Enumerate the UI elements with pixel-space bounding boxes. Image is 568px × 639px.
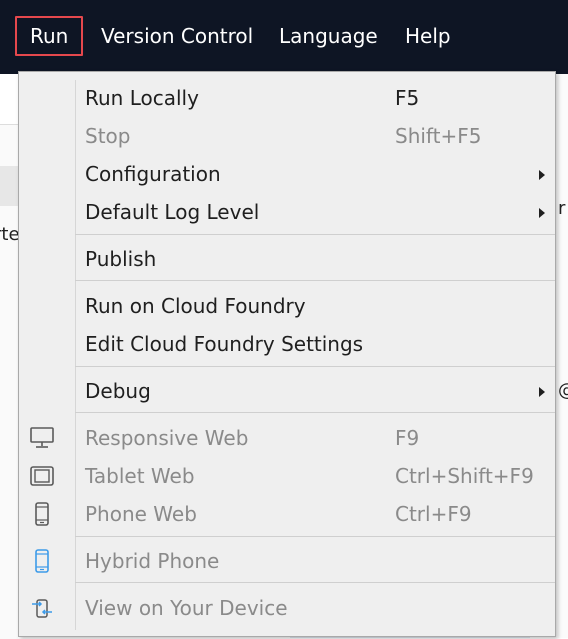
hybrid-phone-icon (35, 549, 49, 573)
menu-separator (75, 280, 555, 281)
menu-item-shortcut: Shift+F5 (395, 124, 482, 148)
menu-item-stop[interactable]: Stop Shift+F5 (19, 117, 555, 155)
submenu-arrow-icon (539, 208, 545, 218)
menu-item-configuration[interactable]: Configuration (19, 155, 555, 193)
menu-separator (75, 366, 555, 367)
background-right-panel (558, 74, 568, 638)
device-sync-icon (32, 599, 52, 618)
menu-item-label: Phone Web (85, 502, 197, 526)
menu-item-label: Run Locally (85, 86, 199, 110)
background-strip (0, 166, 18, 206)
phone-icon (35, 502, 49, 526)
menu-item-debug[interactable]: Debug (19, 372, 555, 410)
menu-item-run-locally[interactable]: Run Locally F5 (19, 79, 555, 117)
submenu-arrow-icon (539, 387, 545, 397)
menu-item-responsive-web[interactable]: Responsive Web F9 (19, 419, 555, 457)
menubar-version-control[interactable]: Version Control (101, 16, 253, 56)
menu-item-run-on-cloud-foundry[interactable]: Run on Cloud Foundry (19, 287, 555, 325)
menu-item-phone-web[interactable]: Phone Web Ctrl+F9 (19, 495, 555, 533)
menu-item-hybrid-phone[interactable]: Hybrid Phone (19, 542, 555, 580)
menubar-help[interactable]: Help (405, 16, 451, 56)
menubar: Run Version Control Language Help (0, 0, 568, 74)
menu-separator (75, 234, 555, 235)
tablet-icon (30, 466, 54, 486)
menu-item-default-log-level[interactable]: Default Log Level (19, 193, 555, 231)
menu-item-label: View on Your Device (85, 596, 288, 620)
menu-separator (75, 412, 555, 413)
menu-separator (75, 582, 555, 583)
menu-item-shortcut: F5 (395, 86, 420, 110)
menu-item-tablet-web[interactable]: Tablet Web Ctrl+Shift+F9 (19, 457, 555, 495)
menu-separator (75, 536, 555, 537)
menu-item-label: Publish (85, 247, 157, 271)
menu-item-label: Configuration (85, 162, 221, 186)
menu-item-label: Run on Cloud Foundry (85, 294, 306, 318)
menu-item-label: Tablet Web (85, 464, 195, 488)
menu-item-shortcut: Ctrl+Shift+F9 (395, 464, 534, 488)
menu-item-publish[interactable]: Publish (19, 240, 555, 278)
background-text-fragment-right: r (558, 198, 566, 219)
menu-item-label: Hybrid Phone (85, 549, 220, 573)
menu-item-shortcut: Ctrl+F9 (395, 502, 472, 526)
menu-item-shortcut: F9 (395, 426, 420, 450)
background-text-fragment-right-2: @ (558, 380, 568, 401)
menu-item-label: Debug (85, 379, 151, 403)
submenu-arrow-icon (539, 170, 545, 180)
menu-item-edit-cloud-foundry-settings[interactable]: Edit Cloud Foundry Settings (19, 325, 555, 363)
menu-item-label: Stop (85, 124, 131, 148)
menubar-language[interactable]: Language (279, 16, 378, 56)
run-dropdown-menu: Run Locally F5 Stop Shift+F5 Configurati… (18, 71, 556, 637)
menubar-run[interactable]: Run (15, 16, 84, 56)
background-text-fragment: rte (0, 224, 20, 245)
menu-item-view-on-your-device[interactable]: View on Your Device (19, 589, 555, 627)
menu-item-label: Default Log Level (85, 200, 260, 224)
monitor-icon (30, 427, 54, 448)
menu-item-label: Responsive Web (85, 426, 249, 450)
menu-item-label: Edit Cloud Foundry Settings (85, 332, 364, 356)
